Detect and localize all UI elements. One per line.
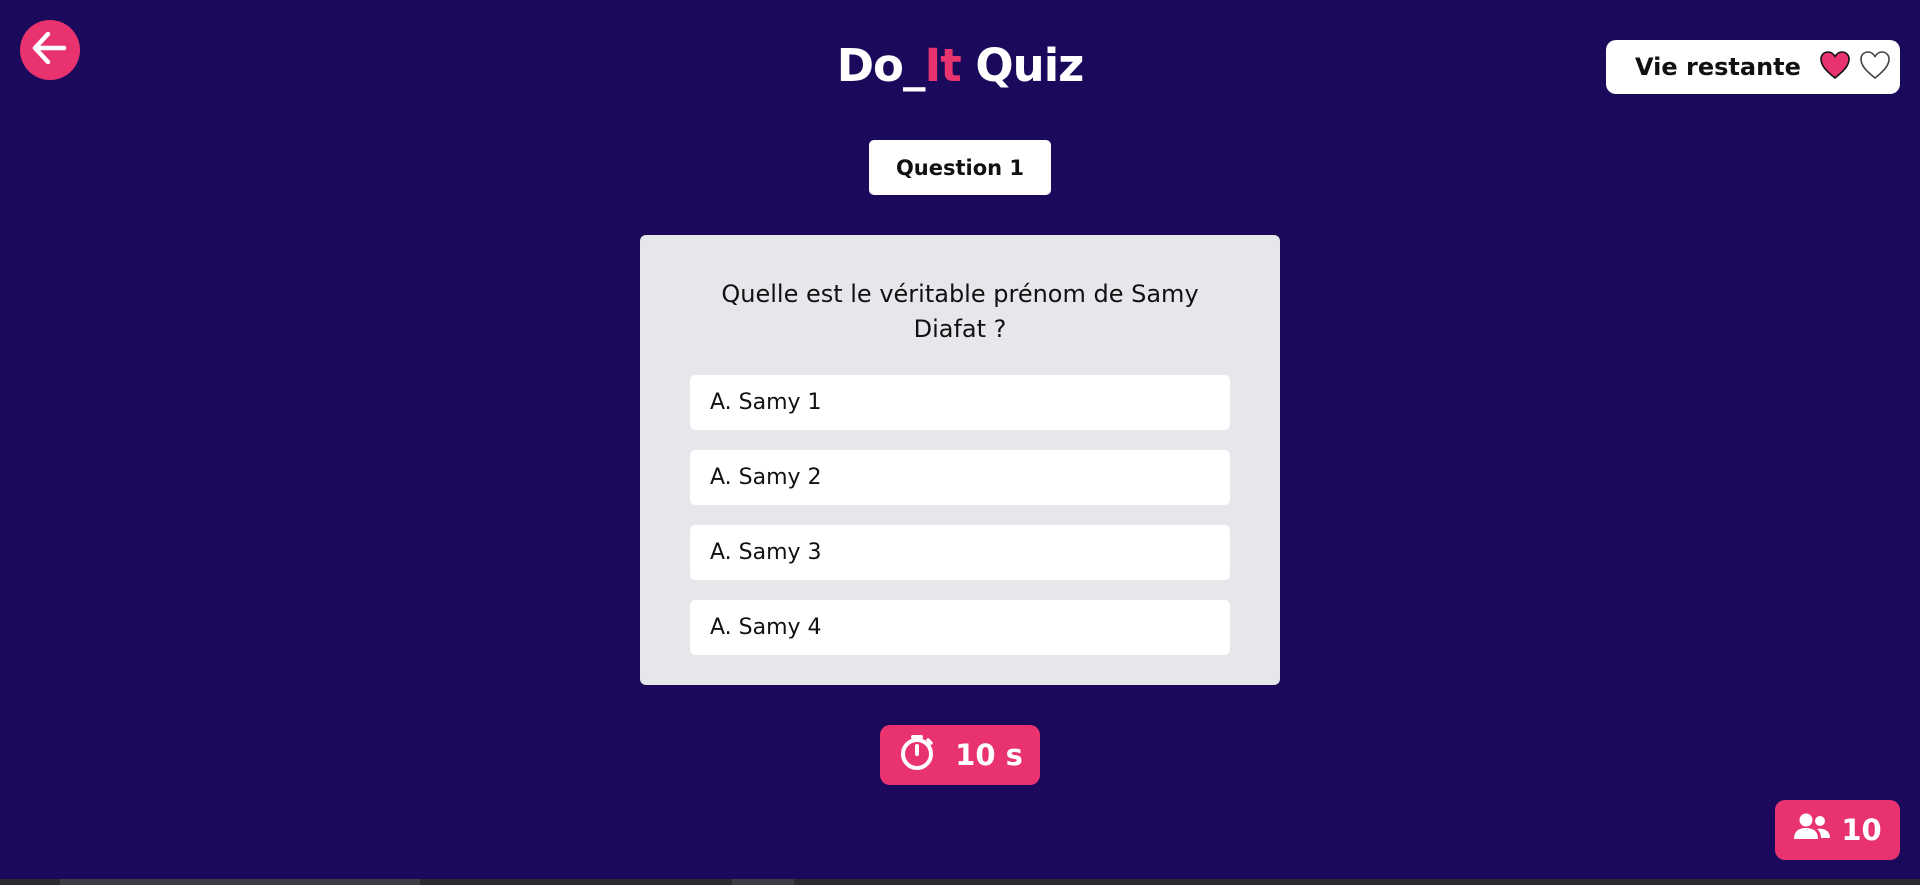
answer-option-4[interactable]: A. Samy 4 (690, 600, 1230, 655)
stopwatch-icon (897, 732, 937, 779)
players-count-badge[interactable]: 10 (1775, 800, 1900, 860)
app-title-part-2: Quiz (960, 39, 1084, 92)
lives-label: Vie restante (1635, 53, 1801, 81)
timer-value: 10 s (955, 738, 1023, 772)
answer-option-2[interactable]: A. Samy 2 (690, 450, 1230, 505)
question-text: Quelle est le véritable prénom de Samy D… (721, 280, 1199, 343)
app-title-accent: It (924, 39, 961, 92)
users-icon (1793, 812, 1831, 849)
hearts (1819, 50, 1891, 84)
timer-badge: 10 s (880, 725, 1040, 785)
app-title-part-1: Do_ (836, 39, 926, 92)
question-number-badge: Question 1 (869, 140, 1051, 195)
answer-option-3[interactable]: A. Samy 3 (690, 525, 1230, 580)
quiz-card: Quelle est le véritable prénom de Samy D… (640, 235, 1280, 685)
taskbar-window-item[interactable] (732, 879, 794, 885)
taskbar-window-item[interactable] (60, 879, 420, 885)
taskbar-strip (0, 879, 1920, 885)
answer-option-1[interactable]: A. Samy 1 (690, 375, 1230, 430)
heart-filled-icon (1819, 50, 1851, 84)
lives-panel: Vie restante (1606, 40, 1900, 94)
players-count: 10 (1841, 813, 1882, 847)
heart-outline-icon (1859, 50, 1891, 84)
